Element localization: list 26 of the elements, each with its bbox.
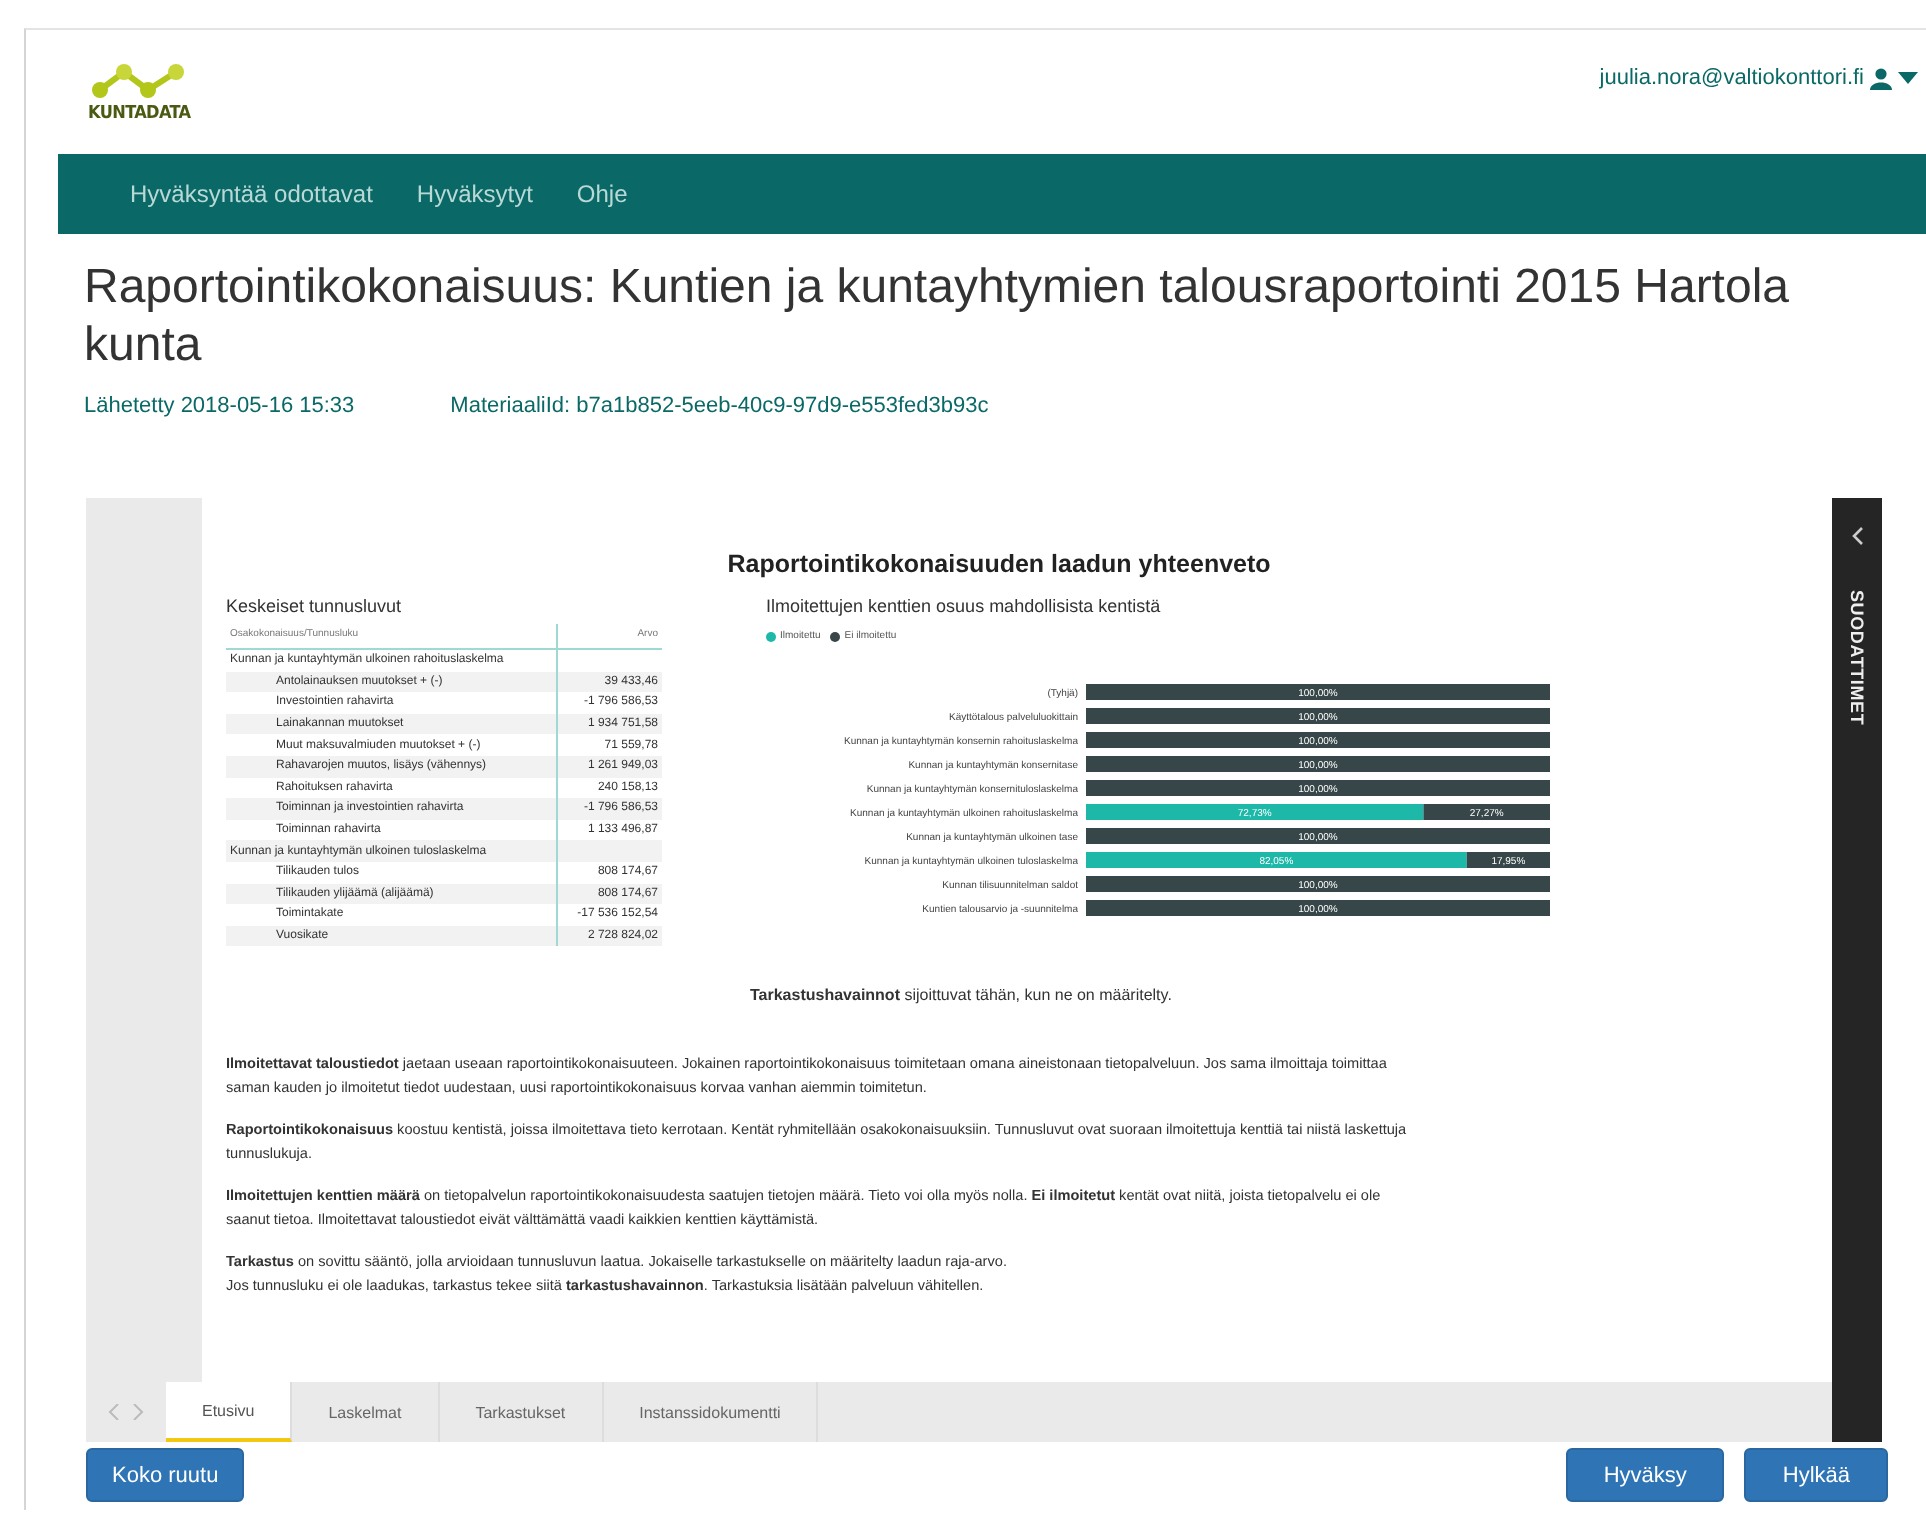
filter-panel[interactable]: SUODATTIMET	[1832, 498, 1882, 1442]
user-icon	[1870, 67, 1892, 89]
table-title: Keskeiset tunnusluvut	[226, 596, 404, 616]
meta-text: Lähetetty 2018-05-16 15:33	[84, 394, 355, 418]
user-email: juulia.nora@valtiokonttori.fi	[1599, 66, 1864, 90]
report-tab[interactable]: Etusivu	[166, 1382, 293, 1442]
caret-icon	[1898, 72, 1918, 84]
findings-note: Tarkastushavainnot sijoittuvat tähän, kun ne on määritelty.	[750, 986, 1174, 1005]
action-button[interactable]: Hyväksy	[1565, 1448, 1725, 1502]
action-button[interactable]: Koko ruutu	[86, 1448, 245, 1502]
report-heading: Raportointikokonaisuuden laadun yhteenveto	[725, 550, 1273, 578]
nav-link[interactable]: Hyväksytyt	[416, 180, 533, 208]
chart-title: Ilmoitettujen kenttien osuus mahdollisista kentistä	[766, 596, 1163, 616]
nav-link[interactable]: Ohje	[576, 180, 628, 208]
page-title: Raportointikokonaisuus: Kuntien ja kuntayhtymien talousraportointi 2015 Hartola kunta	[84, 258, 1792, 374]
chevron-right-icon[interactable]	[132, 1404, 144, 1420]
report-tab[interactable]: Laskelmat	[292, 1382, 440, 1442]
user-menu[interactable]: juulia.nora@valtiokonttori.fi	[1599, 66, 1918, 90]
logo[interactable]: KUNTADATA	[88, 62, 192, 124]
action-button[interactable]: Hylkää	[1744, 1448, 1888, 1502]
nav-link[interactable]: Hyväksyntää odottavat	[130, 180, 373, 208]
meta-text: MateriaaliId: b7a1b852-5eeb-40c9-97d9-e553fed3b93c	[450, 394, 989, 418]
chevron-left-icon[interactable]	[1849, 526, 1865, 546]
report-tab[interactable]: Tarkastukset	[439, 1382, 604, 1442]
report-tab[interactable]: Instanssidokumentti	[603, 1382, 819, 1442]
filter-panel-label: SUODATTIMET	[1847, 590, 1867, 726]
